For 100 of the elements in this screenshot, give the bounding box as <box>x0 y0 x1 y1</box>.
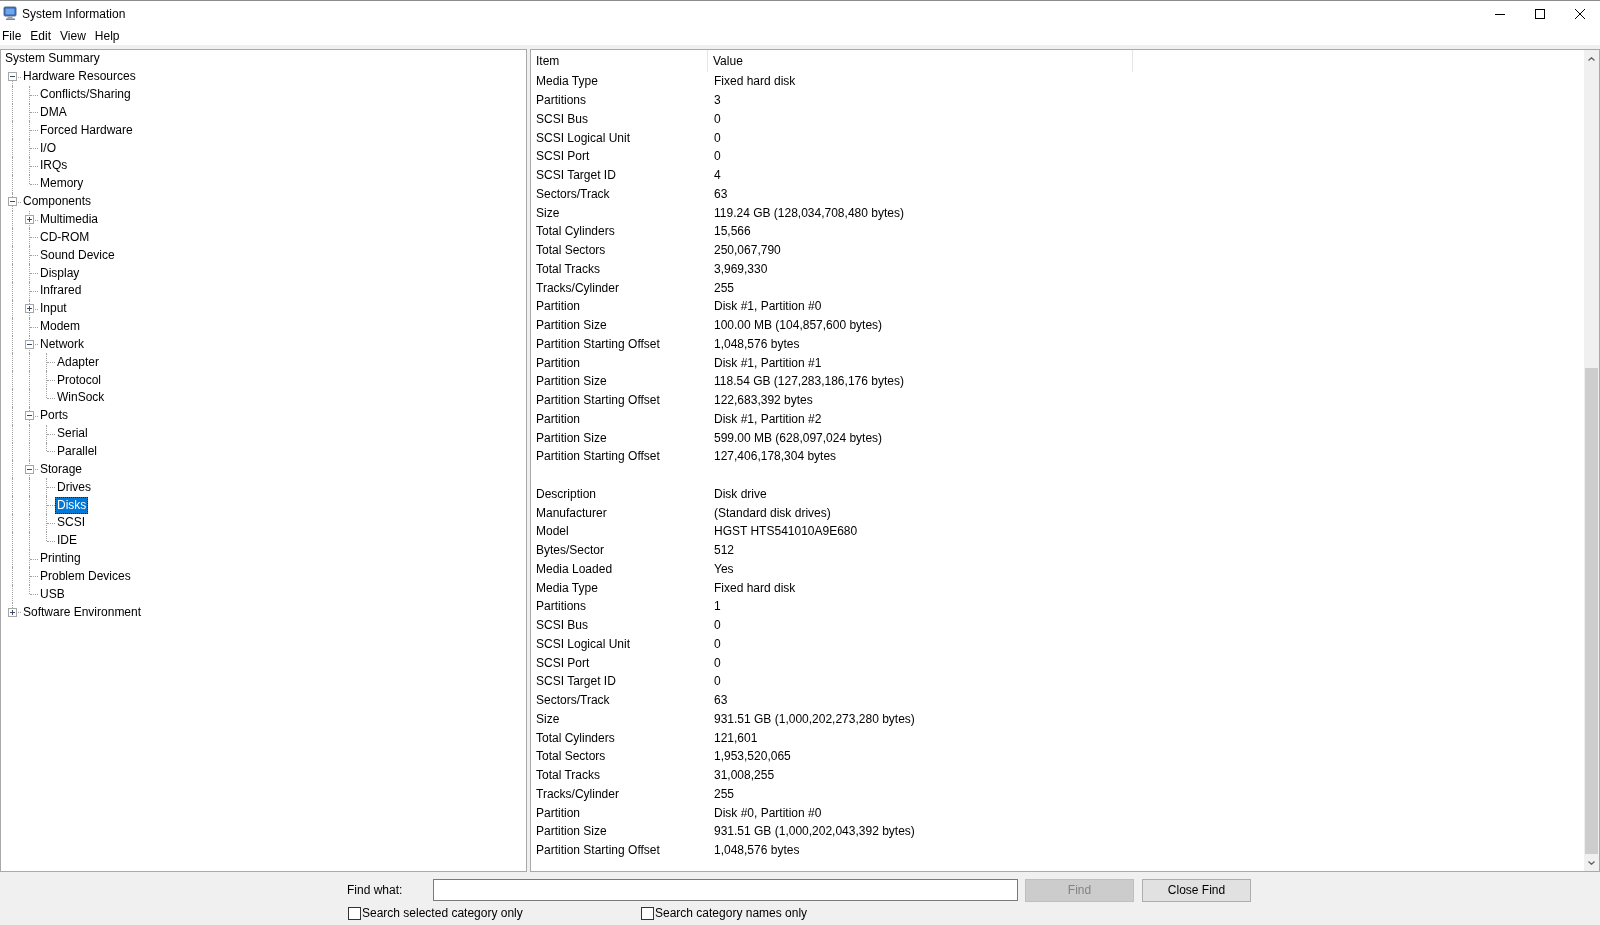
tree-item[interactable]: Disks <box>55 496 89 514</box>
minus-box-icon[interactable] <box>25 464 34 474</box>
menu-item[interactable]: File <box>0 28 26 45</box>
column-header[interactable]: Item <box>531 50 708 72</box>
table-cell-text: 122,683,392 bytes <box>713 392 814 410</box>
table-cell-text: 4 <box>713 167 722 185</box>
table-cell-text: 3 <box>713 92 722 110</box>
table-cell-text: Fixed hard disk <box>713 579 797 597</box>
table-cell-text: 63 <box>713 185 729 203</box>
table-cell-text: SCSI Logical Unit <box>535 129 632 147</box>
minus-box-icon[interactable] <box>8 72 17 82</box>
tree-item[interactable]: Problem Devices <box>38 567 133 585</box>
tree-item[interactable]: WinSock <box>55 389 107 407</box>
tree-item[interactable]: Sound Device <box>38 246 117 264</box>
tree-item[interactable]: I/O <box>38 139 58 157</box>
tree-item[interactable]: IRQs <box>38 157 70 175</box>
table-cell-text: 1,048,576 bytes <box>713 842 801 860</box>
tree-item[interactable]: Components <box>21 193 94 211</box>
table-cell-text: Total Tracks <box>535 767 602 785</box>
table-cell-text: Partition Starting Offset <box>535 842 661 860</box>
minus-box-icon[interactable] <box>8 197 17 207</box>
tree-item[interactable]: Memory <box>38 175 86 193</box>
table-cell-text: 1,953,520,065 <box>713 748 792 766</box>
menu-item[interactable]: Edit <box>25 28 56 45</box>
tree-item[interactable]: Infrared <box>38 282 84 300</box>
table-cell-text: HGST HTS541010A9E680 <box>713 523 859 541</box>
tree-item[interactable]: IDE <box>55 532 79 550</box>
tree-item[interactable]: Drives <box>55 478 93 496</box>
plus-box-icon[interactable] <box>8 607 17 617</box>
tree-item[interactable]: CD-ROM <box>38 228 92 246</box>
tree-item[interactable]: USB <box>38 585 67 603</box>
tree-item[interactable]: Input <box>38 300 69 318</box>
table-cell-text: Total Sectors <box>535 748 607 766</box>
table-cell-text: 0 <box>713 617 722 635</box>
table-cell-text: 121,601 <box>713 729 759 747</box>
checkbox-label[interactable]: Search category names only <box>655 906 808 920</box>
table-cell-text: Fixed hard disk <box>713 73 797 91</box>
table-cell-text: 512 <box>713 542 736 560</box>
tree-item[interactable]: Ports <box>38 407 70 425</box>
tree-item[interactable]: SCSI <box>55 514 87 532</box>
tree-item[interactable]: Adapter <box>55 353 102 371</box>
tree-item[interactable]: Printing <box>38 550 83 568</box>
tree-item[interactable]: Forced Hardware <box>38 121 135 139</box>
table-cell-text: Size <box>535 204 561 222</box>
table-cell-text: 0 <box>713 635 722 653</box>
table-cell-text: Disk #1, Partition #0 <box>713 298 823 316</box>
table-cell-text: Description <box>535 485 598 503</box>
tree-item[interactable]: DMA <box>38 103 69 121</box>
column-header[interactable]: Value <box>708 50 1133 72</box>
table-cell-text: Partition Starting Offset <box>535 392 661 410</box>
checkbox[interactable] <box>641 906 654 920</box>
table-cell-text: SCSI Port <box>535 654 591 672</box>
menu-item[interactable]: Help <box>90 28 124 45</box>
find-input[interactable] <box>433 879 1018 901</box>
tree-item[interactable]: Network <box>38 335 86 353</box>
plus-box-icon[interactable] <box>25 215 34 224</box>
tree-item[interactable]: Storage <box>38 460 85 478</box>
table-cell-text: 31,008,255 <box>713 767 776 785</box>
table-cell-text: Partition Size <box>535 429 608 447</box>
close-find-button[interactable]: Close Find <box>1142 878 1251 902</box>
table-cell-text: Sectors/Track <box>535 692 611 710</box>
table-cell-text: 599.00 MB (628,097,024 bytes) <box>713 429 884 447</box>
table-cell-text: SCSI Port <box>535 148 591 166</box>
maximize-icon <box>1535 9 1545 19</box>
table-cell-text: Size <box>535 710 561 728</box>
checkbox-label[interactable]: Search selected category only <box>362 906 523 920</box>
computer-icon <box>3 6 18 21</box>
menu-item[interactable]: View <box>55 28 91 45</box>
table-cell-text: 1,048,576 bytes <box>713 335 801 353</box>
vertical-scrollbar[interactable] <box>1584 50 1599 871</box>
minus-box-icon[interactable] <box>25 411 34 421</box>
table-cell-text: Yes <box>713 560 735 578</box>
tree-item[interactable]: Protocol <box>55 371 104 389</box>
table-cell-text: 0 <box>713 673 722 691</box>
tree-item[interactable]: Serial <box>55 425 90 443</box>
table-cell-text: SCSI Target ID <box>535 167 617 185</box>
tree-item[interactable]: System Summary <box>4 50 102 68</box>
tree-item[interactable]: Display <box>38 264 82 282</box>
window-title: System Information <box>22 6 126 21</box>
tree-item[interactable]: Conflicts/Sharing <box>38 86 133 104</box>
table-cell-text: Partitions <box>535 598 588 616</box>
minus-box-icon[interactable] <box>25 339 34 349</box>
table-cell-text: SCSI Bus <box>535 617 590 635</box>
plus-box-icon[interactable] <box>25 304 34 314</box>
table-cell-text: 127,406,178,304 bytes <box>713 448 838 466</box>
table-cell-text: Disk drive <box>713 485 768 503</box>
scrollbar-thumb[interactable] <box>1585 368 1598 854</box>
table-cell-text: Partition <box>535 298 582 316</box>
checkbox[interactable] <box>348 906 361 920</box>
table-cell-text: 118.54 GB (127,283,186,176 bytes) <box>713 373 905 391</box>
table-cell-text: Media Type <box>535 73 599 91</box>
tree-item[interactable]: Multimedia <box>38 211 101 228</box>
tree-item[interactable]: Hardware Resources <box>21 68 138 86</box>
table-cell-text: SCSI Logical Unit <box>535 635 632 653</box>
tree-item[interactable]: Software Environment <box>21 603 144 621</box>
table-cell-text: Disk #0, Partition #0 <box>713 804 823 822</box>
table-cell-text: 15,566 <box>713 223 752 241</box>
tree-item[interactable]: Parallel <box>55 443 100 460</box>
table-cell-text: Total Cylinders <box>535 223 616 241</box>
tree-item[interactable]: Modem <box>38 318 82 336</box>
